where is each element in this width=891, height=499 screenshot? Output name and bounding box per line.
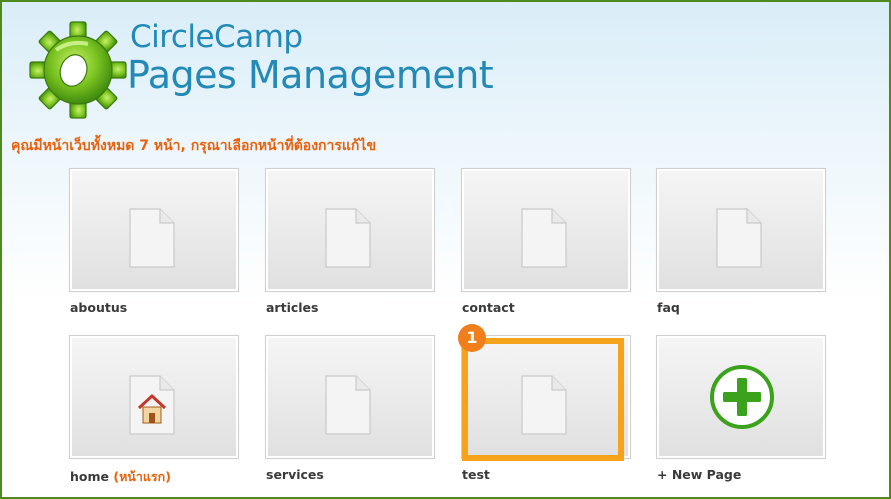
page-label[interactable]: home (หน้าแรก) <box>70 467 171 487</box>
selected-page-highlight <box>462 338 624 461</box>
step-marker: 1 <box>458 324 486 352</box>
page-thumbnail[interactable] <box>265 335 435 459</box>
app-title: CircleCamp <box>130 19 303 55</box>
page-label-text[interactable]: home <box>70 469 109 484</box>
document-icon <box>716 208 762 268</box>
page-tile-faq[interactable]: faq <box>656 168 826 315</box>
document-icon <box>325 375 371 435</box>
page-thumbnail[interactable] <box>69 168 239 292</box>
app-subtitle-title: Pages Management <box>127 53 494 97</box>
gear-logo-icon <box>29 21 127 119</box>
home-icon <box>129 375 175 435</box>
document-icon <box>521 208 567 268</box>
page-label[interactable]: services <box>266 467 324 482</box>
page-count-message: คุณมีหน้าเว็บทั้งหมด 7 หน้า, กรุณาเลือกห… <box>11 138 377 154</box>
plus-icon <box>710 365 774 429</box>
page-thumbnail[interactable] <box>69 335 239 459</box>
page-tile-contact[interactable]: contact <box>461 168 631 315</box>
new-page-thumbnail[interactable] <box>656 335 826 459</box>
page-tile-services[interactable]: services <box>265 335 435 482</box>
page-label[interactable]: faq <box>657 300 680 315</box>
document-icon <box>325 208 371 268</box>
page-thumbnail[interactable] <box>656 168 826 292</box>
page-label[interactable]: test <box>462 467 490 482</box>
page-label[interactable]: aboutus <box>70 300 127 315</box>
page-label[interactable]: contact <box>462 300 515 315</box>
app-frame: CircleCamp Pages Management คุณมีหน้าเว็… <box>0 0 891 499</box>
page-tile-aboutus[interactable]: aboutus <box>69 168 239 315</box>
new-page-label[interactable]: + New Page <box>657 467 741 482</box>
new-page-tile[interactable]: + New Page <box>656 335 826 482</box>
page-tile-home[interactable]: home (หน้าแรก) <box>69 335 239 484</box>
page-tile-articles[interactable]: articles <box>265 168 435 315</box>
home-page-note: (หน้าแรก) <box>113 469 171 484</box>
page-thumbnail[interactable] <box>265 168 435 292</box>
page-label[interactable]: articles <box>266 300 318 315</box>
document-icon <box>129 208 175 268</box>
page-thumbnail[interactable] <box>461 168 631 292</box>
